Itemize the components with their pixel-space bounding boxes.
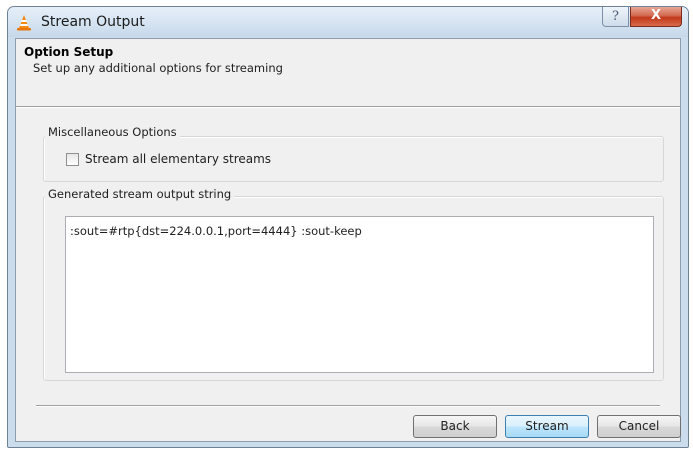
- page-title: Option Setup: [24, 45, 114, 59]
- window-title: Stream Output: [41, 14, 145, 30]
- misc-options-label: Miscellaneous Options: [45, 125, 180, 139]
- generated-string-label: Generated stream output string: [45, 187, 235, 201]
- dialog-content: Option Setup Set up any additional optio…: [15, 38, 681, 442]
- footer-divider: [36, 405, 660, 407]
- back-button[interactable]: Back: [413, 415, 497, 438]
- stream-button[interactable]: Stream: [505, 415, 589, 438]
- stream-output-window: Stream Output ? X Option Setup Set up an…: [7, 6, 689, 448]
- help-button[interactable]: ?: [602, 7, 629, 27]
- vlc-cone-icon: [17, 15, 31, 31]
- sout-string-textarea[interactable]: :sout=#rtp{dst=224.0.0.1,port=4444} :sou…: [65, 216, 654, 373]
- header-divider: [16, 106, 680, 108]
- page-subtitle: Set up any additional options for stream…: [33, 61, 283, 75]
- cancel-button[interactable]: Cancel: [597, 415, 681, 438]
- title-bar[interactable]: Stream Output ? X: [8, 7, 688, 37]
- stream-all-label[interactable]: Stream all elementary streams: [85, 152, 271, 166]
- close-button[interactable]: X: [630, 7, 682, 27]
- sout-string-value: :sout=#rtp{dst=224.0.0.1,port=4444} :sou…: [70, 224, 362, 238]
- stream-all-checkbox[interactable]: [66, 153, 79, 166]
